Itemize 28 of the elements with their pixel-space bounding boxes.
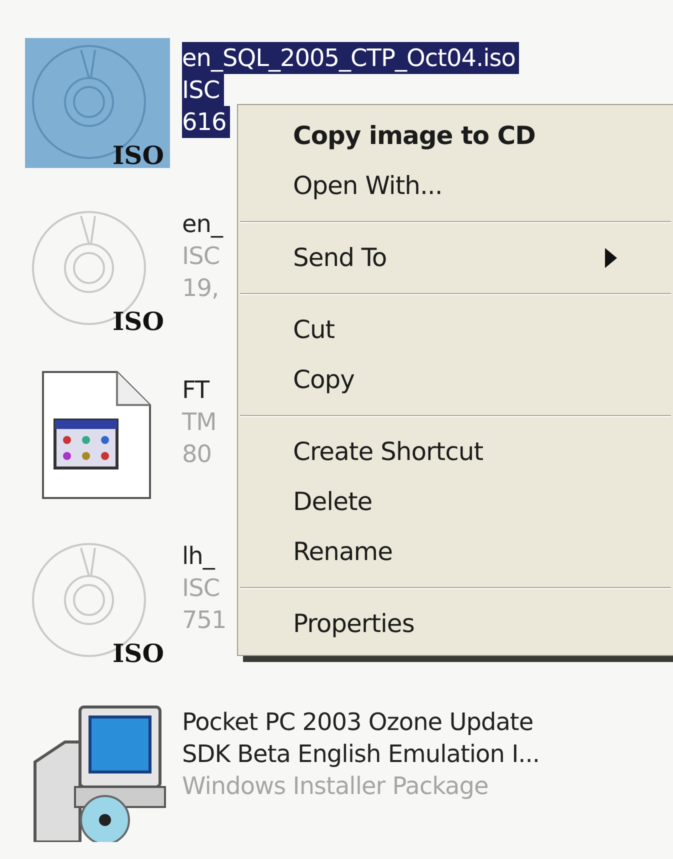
icon-label: ISO <box>112 309 164 334</box>
file-detail: ISC <box>182 74 224 106</box>
file-detail: 80 <box>182 439 212 470</box>
file-name[interactable]: Pocket PC 2003 Ozone Update <box>182 706 534 738</box>
file-name[interactable]: lh_ <box>182 540 214 572</box>
icon-label: ISO <box>112 143 164 168</box>
menu-item[interactable]: Rename <box>238 527 673 577</box>
file-detail: 19, <box>182 273 219 304</box>
file-detail: ISC <box>182 573 220 604</box>
file-detail: Windows Installer Package <box>182 771 488 802</box>
submenu-arrow-icon <box>605 248 617 268</box>
menu-item[interactable]: Properties <box>238 599 673 649</box>
menu-item[interactable]: Copy <box>238 355 673 405</box>
menu-item[interactable]: Create Shortcut <box>238 427 673 477</box>
menu-item[interactable]: Copy image to CD <box>238 111 673 161</box>
menu-item[interactable]: Send To <box>238 233 673 283</box>
menu-item[interactable]: Cut <box>238 305 673 355</box>
file-detail: TM <box>182 407 216 438</box>
file-detail: ISC <box>182 241 220 272</box>
file-name[interactable]: FT <box>182 374 210 406</box>
file-detail: SDK Beta English Emulation I... <box>182 739 540 770</box>
icon-label: ISO <box>112 641 164 666</box>
file-detail: 751 <box>182 605 226 636</box>
file-detail: 616 <box>182 106 230 138</box>
file-name[interactable]: en_ <box>182 208 222 240</box>
menu-item[interactable]: Delete <box>238 477 673 527</box>
file-name[interactable]: en_SQL_2005_CTP_Oct04.iso <box>182 42 520 74</box>
menu-item[interactable]: Open With... <box>238 161 673 211</box>
